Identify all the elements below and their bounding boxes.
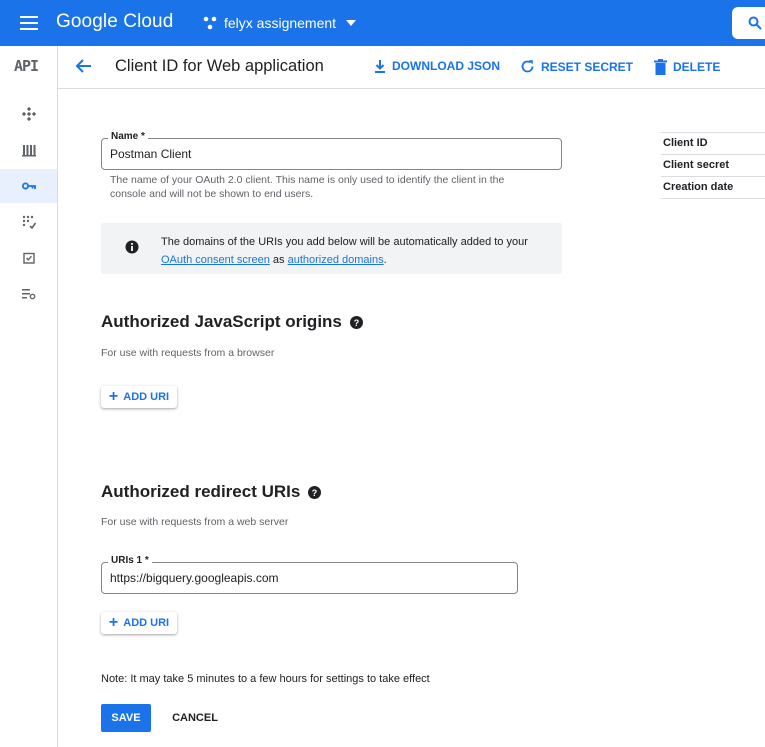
settings-note: Note: It may take 5 minutes to a few hou…: [101, 673, 430, 685]
rail-item-dashboard[interactable]: [0, 97, 57, 131]
js-origins-subtitle: For use with requests from a browser: [101, 347, 275, 359]
library-icon: [21, 145, 36, 157]
cancel-button[interactable]: CANCEL: [160, 704, 230, 732]
arrow-back-icon: [75, 59, 91, 73]
page-title: Client ID for Web application: [115, 57, 324, 75]
name-field-label: Name *: [108, 131, 148, 142]
search-button[interactable]: [732, 7, 765, 39]
download-json-label: DOWNLOAD JSON: [392, 59, 500, 73]
help-icon[interactable]: ?: [349, 315, 363, 329]
top-app-bar: Google Cloud felyx assignement: [0, 0, 765, 46]
redirect-uris-title: Authorized redirect URIs: [101, 482, 301, 501]
menu-icon[interactable]: [20, 16, 38, 30]
rail-item-library[interactable]: [0, 133, 57, 167]
name-field-value: Postman Client: [110, 147, 192, 161]
client-info-table: Client ID Client secret Creation date: [661, 132, 765, 199]
info-text-part: The domains of the URIs you add below wi…: [161, 236, 528, 248]
left-nav-rail: API: [0, 46, 58, 747]
key-icon: [21, 182, 36, 190]
redirect-uri-field-value: https://bigquery.googleapis.com: [110, 571, 279, 585]
save-button[interactable]: SAVE: [101, 704, 151, 732]
reset-secret-button[interactable]: RESET SECRET: [520, 59, 633, 74]
add-redirect-uri-button[interactable]: + ADD URI: [101, 612, 177, 634]
api-logo: API: [14, 57, 39, 75]
rail-item-settings[interactable]: [0, 277, 57, 311]
name-field[interactable]: Name * Postman Client: [101, 131, 562, 170]
add-uri-label: ADD URI: [123, 391, 170, 403]
info-icon: [125, 240, 139, 254]
page-usage-agreements-icon: [22, 252, 35, 264]
authorized-domains-link[interactable]: authorized domains: [288, 254, 384, 266]
dashboard-diamond-icon: [21, 107, 36, 121]
info-text-part: as: [272, 254, 285, 266]
info-text: The domains of the URIs you add below wi…: [161, 233, 551, 269]
svg-text:?: ?: [354, 318, 360, 328]
js-origins-heading: Authorized JavaScript origins ?: [101, 312, 363, 332]
oauth-consent-screen-link[interactable]: OAuth consent screen: [161, 254, 270, 266]
redirect-uri-field-label: URIs 1 *: [108, 555, 152, 566]
svg-text:?: ?: [312, 488, 318, 498]
oauth-consent-icon: [22, 215, 36, 229]
plus-icon: +: [108, 614, 119, 631]
add-uri-label: ADD URI: [123, 617, 170, 629]
delete-label: DELETE: [673, 60, 721, 74]
delete-button[interactable]: DELETE: [654, 59, 720, 75]
redirect-uris-subtitle: For use with requests from a web server: [101, 516, 289, 528]
info-text-part: .: [383, 254, 387, 266]
client-id-row: Client ID: [661, 132, 765, 154]
reset-secret-label: RESET SECRET: [541, 59, 634, 74]
project-selector[interactable]: felyx assignement: [202, 12, 357, 34]
plus-icon: +: [108, 388, 119, 405]
download-icon: [375, 59, 385, 73]
chevron-down-icon: [346, 20, 357, 26]
redirect-uri-field[interactable]: URIs 1 * https://bigquery.googleapis.com: [101, 555, 518, 594]
refresh-icon: [521, 60, 534, 73]
back-button[interactable]: [74, 58, 92, 79]
download-json-button[interactable]: DOWNLOAD JSON: [374, 59, 500, 73]
rail-item-oauth-consent[interactable]: [0, 205, 57, 239]
add-js-origin-uri-button[interactable]: + ADD URI: [101, 386, 177, 408]
project-name: felyx assignement: [224, 15, 337, 31]
client-secret-row: Client secret: [661, 154, 765, 176]
search-icon: [748, 16, 762, 30]
js-origins-title: Authorized JavaScript origins: [101, 312, 342, 331]
page-header: Client ID for Web application DOWNLOAD J…: [58, 46, 765, 89]
name-helper-text: The name of your OAuth 2.0 client. This …: [110, 174, 505, 200]
settings-list-icon: [21, 289, 35, 300]
info-banner: The domains of the URIs you add below wi…: [101, 223, 562, 274]
help-icon[interactable]: ?: [308, 485, 322, 499]
trash-icon: [654, 59, 667, 75]
creation-date-row: Creation date: [661, 176, 765, 199]
rail-item-page-usage-agreements[interactable]: [0, 241, 57, 275]
google-cloud-logo[interactable]: Google Cloud: [56, 11, 173, 33]
project-dots-icon: [203, 16, 217, 30]
redirect-uris-heading: Authorized redirect URIs ?: [101, 482, 322, 502]
rail-item-credentials[interactable]: [0, 169, 57, 203]
